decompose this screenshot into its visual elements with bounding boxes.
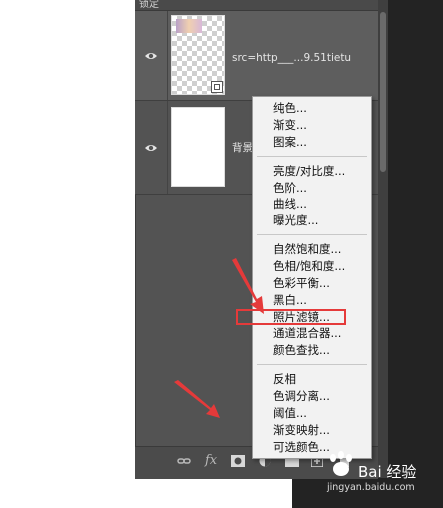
layer-name[interactable]: src=http___...9.51tietu (232, 52, 351, 64)
watermark-url: jingyan.baidu.com (327, 482, 415, 493)
watermark-brand: Bai 经验 (358, 463, 417, 481)
menu-item-invert[interactable]: 反相 (273, 371, 296, 387)
menu-item-selective-color[interactable]: 可选颜色... (273, 439, 330, 455)
eye-icon[interactable] (144, 143, 158, 153)
menu-item-vibrance[interactable]: 自然饱和度... (273, 241, 341, 257)
menu-item-gradient-map[interactable]: 渐变映射... (273, 422, 330, 438)
menu-item-color-lookup[interactable]: 颜色查找... (273, 342, 330, 358)
menu-separator (257, 364, 367, 365)
menu-item-solid-color[interactable]: 纯色... (273, 100, 307, 116)
baidu-paw-logo-icon (330, 451, 352, 476)
menu-item-pattern[interactable]: 图案... (273, 134, 307, 150)
menu-item-exposure[interactable]: 曝光度... (273, 212, 318, 228)
panel-toolbar-strip: 锁定 (135, 0, 378, 11)
lock-label: 锁定 (139, 0, 159, 10)
menu-item-channel-mixer[interactable]: 通道混合器... (273, 325, 341, 341)
layer-thumbnail[interactable] (171, 15, 225, 95)
layer-thumbnail[interactable] (171, 107, 225, 187)
menu-separator (257, 156, 367, 157)
menu-item-brightness-contrast[interactable]: 亮度/对比度... (273, 163, 345, 179)
adjustment-layer-menu: 纯色... 渐变... 图案... 亮度/对比度... 色阶... 曲线... … (252, 96, 372, 459)
menu-separator (257, 234, 367, 235)
menu-item-gradient[interactable]: 渐变... (273, 117, 307, 133)
menu-item-threshold[interactable]: 阈值... (273, 405, 307, 421)
menu-item-color-balance[interactable]: 色彩平衡... (273, 275, 330, 291)
mask-icon[interactable] (231, 455, 245, 467)
visibility-toggle[interactable] (135, 101, 168, 194)
fx-icon[interactable]: fx (205, 453, 217, 468)
menu-item-posterize[interactable]: 色调分离... (273, 388, 330, 404)
menu-item-hue-saturation[interactable]: 色相/饱和度... (273, 258, 345, 274)
menu-item-curves[interactable]: 曲线... (273, 196, 307, 212)
arrow-annotation-icon (174, 380, 220, 418)
menu-item-black-white[interactable]: 黑白... (273, 292, 307, 308)
menu-item-levels[interactable]: 色阶... (273, 180, 307, 196)
visibility-toggle[interactable] (135, 11, 168, 100)
arrow-annotation-icon (232, 258, 264, 314)
scrollbar-thumb[interactable] (380, 12, 386, 172)
smart-object-icon (211, 81, 223, 93)
eye-icon[interactable] (144, 51, 158, 61)
link-icon[interactable] (177, 456, 191, 466)
thumbnail-photo-strip (176, 19, 202, 33)
layer-row-smart-object[interactable]: src=http___...9.51tietu (135, 11, 378, 101)
layer-name[interactable]: 背景 (232, 140, 253, 155)
